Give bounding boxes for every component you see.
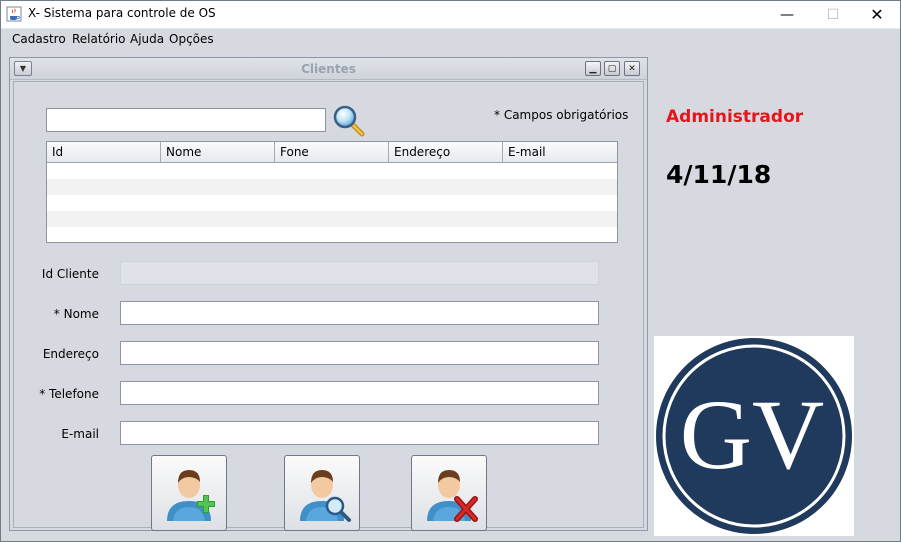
menu-ajuda[interactable]: Ajuda (130, 32, 164, 46)
clients-table[interactable]: Id Nome Fone Endereço E-mail (46, 141, 618, 243)
add-client-button[interactable] (151, 455, 227, 531)
endereco-field[interactable] (120, 341, 599, 365)
column-header-nome[interactable]: Nome (161, 142, 275, 163)
table-header: Id Nome Fone Endereço E-mail (47, 142, 617, 163)
endereco-label: Endereço (42, 347, 99, 361)
search-client-button[interactable] (284, 455, 360, 531)
menu-cadastro[interactable]: Cadastro (12, 32, 66, 46)
window-title: X- Sistema para controle de OS (28, 6, 216, 20)
clientes-internal-frame: ▼ Clientes ▁ ▢ ✕ * Campos obrigatórios I… (9, 57, 648, 531)
desktop-pane: ▼ Clientes ▁ ▢ ✕ * Campos obrigatórios I… (1, 50, 900, 541)
close-button[interactable]: ✕ (854, 1, 900, 28)
frame-maximize-button[interactable]: ▢ (604, 61, 620, 76)
menu-opcoes[interactable]: Opções (169, 32, 214, 46)
table-row[interactable] (47, 211, 617, 227)
menu-bar: Cadastro Relatório Ajuda Opções (1, 28, 900, 50)
logo-text: GV (680, 379, 824, 490)
user-search-icon (300, 470, 351, 522)
internal-frame-title-bar[interactable]: ▼ Clientes ▁ ▢ ✕ (10, 58, 647, 80)
table-row[interactable] (47, 195, 617, 211)
delete-client-button[interactable] (411, 455, 487, 531)
menu-relatorio[interactable]: Relatório (72, 32, 126, 46)
app-window: X- Sistema para controle de OS — ☐ ✕ Cad… (0, 0, 901, 542)
column-header-id[interactable]: Id (47, 142, 161, 163)
gv-logo-mark: GV (656, 338, 852, 534)
user-add-icon (167, 470, 215, 521)
telefone-label: * Telefone (39, 387, 99, 401)
email-label: E-mail (61, 427, 99, 441)
id-cliente-field (120, 261, 599, 285)
email-field[interactable] (120, 421, 599, 445)
date-label: 4/11/18 (666, 160, 772, 189)
title-bar: X- Sistema para controle de OS — ☐ ✕ (1, 1, 900, 28)
internal-frame-content: * Campos obrigatórios Id Nome Fone Ender… (13, 81, 644, 531)
nome-label: * Nome (53, 307, 99, 321)
column-header-fone[interactable]: Fone (275, 142, 389, 163)
required-fields-note: * Campos obrigatórios (494, 108, 629, 122)
table-row[interactable] (47, 179, 617, 195)
frame-minimize-button[interactable]: ▁ (585, 61, 601, 76)
column-header-email[interactable]: E-mail (503, 142, 617, 163)
java-cup-icon (6, 6, 22, 22)
table-row[interactable] (47, 163, 617, 179)
id-cliente-label: Id Cliente (41, 267, 99, 281)
logged-user-label: Administrador (666, 107, 804, 127)
search-input[interactable] (46, 108, 326, 132)
gv-logo: GV (654, 336, 854, 536)
telefone-field[interactable] (120, 381, 599, 405)
internal-frame-title: Clientes (301, 62, 356, 76)
nome-field[interactable] (120, 301, 599, 325)
column-header-endereco[interactable]: Endereço (389, 142, 503, 163)
minimize-button[interactable]: — (764, 1, 810, 28)
maximize-button[interactable]: ☐ (810, 1, 856, 28)
user-delete-icon (427, 470, 478, 522)
search-icon[interactable] (332, 104, 366, 138)
frame-close-button[interactable]: ✕ (624, 61, 640, 76)
